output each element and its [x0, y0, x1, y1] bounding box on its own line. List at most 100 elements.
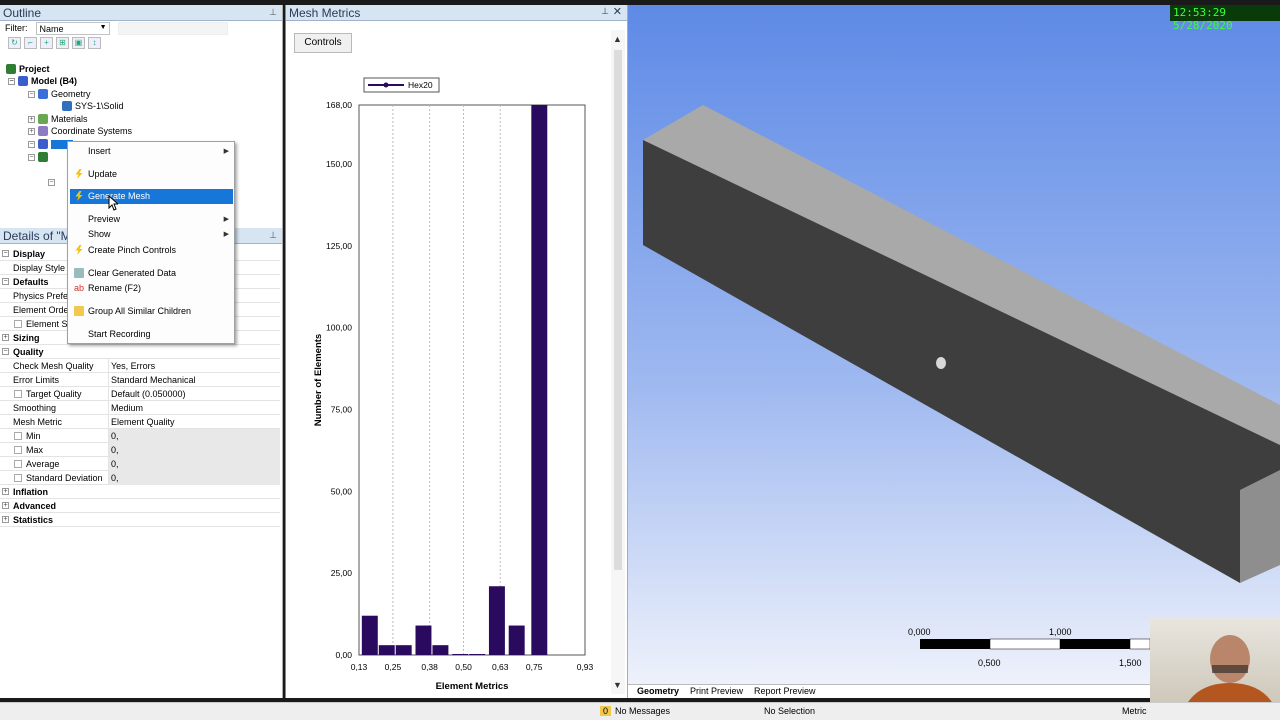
details-key: Average	[26, 459, 60, 469]
details-section[interactable]: + Advanced	[0, 499, 280, 513]
filter-input[interactable]	[117, 21, 228, 35]
menu-item-rename[interactable]: ab Rename (F2)	[70, 281, 233, 296]
expand-all-icon[interactable]: ⊞	[56, 37, 69, 49]
tree-item-project[interactable]: Project	[6, 63, 50, 75]
details-section[interactable]: + Inflation	[0, 485, 280, 499]
legend-label: Hex20	[408, 80, 433, 90]
menu-item-preview[interactable]: Preview ▶	[70, 212, 233, 227]
details-value[interactable]: 0,	[108, 429, 280, 443]
filter-select[interactable]: Name	[35, 21, 110, 35]
details-row[interactable]: Target Quality Default (0.050000)	[0, 387, 280, 401]
expand-toggle-icon[interactable]: +	[2, 488, 9, 495]
tree-item-solid[interactable]: SYS-1\Solid	[62, 100, 124, 112]
tree-item-label: Model (B4)	[31, 76, 77, 86]
details-value[interactable]: Standard Mechanical	[108, 373, 280, 387]
menu-item-start-recording[interactable]: Start Recording	[70, 327, 233, 342]
details-row[interactable]: Error Limits Standard Mechanical	[0, 373, 280, 387]
scroll-down-icon[interactable]: ▼	[613, 680, 622, 690]
details-value[interactable]: Default (0.050000)	[108, 387, 280, 401]
pin-icon[interactable]: ⊥	[269, 7, 277, 18]
status-bar: 0 No Messages No Selection Metric	[0, 702, 1280, 720]
parameter-checkbox[interactable]	[14, 460, 22, 468]
pin-icon[interactable]: ⊥	[601, 6, 609, 17]
menu-item-show[interactable]: Show ▶	[70, 227, 233, 242]
collapse-toggle-icon[interactable]: −	[28, 140, 35, 148]
menu-item-update[interactable]: Update	[70, 167, 233, 182]
legend-marker	[383, 82, 389, 88]
expand-toggle-icon[interactable]: +	[2, 516, 9, 523]
parameter-checkbox[interactable]	[14, 320, 22, 328]
menu-item-insert[interactable]: Insert ▶	[70, 144, 233, 159]
expand-toggle-icon[interactable]: +	[28, 127, 35, 135]
details-row[interactable]: Min 0,	[0, 429, 280, 443]
parameter-checkbox[interactable]	[14, 474, 22, 482]
x-tick-label: 0,75	[526, 662, 543, 672]
units-status[interactable]: Metric	[1122, 706, 1147, 716]
details-row[interactable]: Check Mesh Quality Yes, Errors	[0, 359, 280, 373]
details-value[interactable]: 0,	[108, 471, 280, 485]
scrollbar-thumb[interactable]	[614, 50, 622, 570]
group-icon[interactable]: ▣	[72, 37, 85, 49]
expand-toggle-icon[interactable]: +	[2, 334, 9, 341]
collapse-toggle-icon[interactable]: −	[2, 348, 9, 355]
details-row[interactable]: Max 0,	[0, 443, 280, 457]
collapse-toggle-icon[interactable]: −	[28, 90, 35, 98]
details-row[interactable]: Standard Deviation 0,	[0, 471, 280, 485]
sort-icon[interactable]: ↕	[88, 37, 101, 49]
parameter-checkbox[interactable]	[14, 446, 22, 454]
x-tick-label: 0,93	[577, 662, 594, 672]
tree-item-child-2[interactable]: −	[48, 176, 55, 188]
collapse-icon[interactable]: ⌐	[24, 37, 37, 49]
tree-item-materials[interactable]: + Materials	[28, 113, 88, 125]
details-value[interactable]: Element Quality	[108, 415, 280, 429]
scale-segment	[1129, 638, 1151, 650]
messages-status[interactable]: No Messages	[615, 706, 670, 716]
close-icon[interactable]: ✕	[613, 5, 622, 18]
tree-item-geometry[interactable]: − Geometry	[28, 88, 91, 100]
collapse-toggle-icon[interactable]: −	[28, 153, 35, 161]
tree-item-coordinate-systems[interactable]: + Coordinate Systems	[28, 125, 132, 137]
expand-toggle-icon[interactable]: +	[2, 502, 9, 509]
details-value[interactable]: 0,	[108, 443, 280, 457]
tab-geometry[interactable]: Geometry	[633, 686, 683, 696]
details-key: Display Style	[13, 263, 66, 273]
messages-count-badge[interactable]: 0	[600, 706, 612, 716]
details-row[interactable]: Average 0,	[0, 457, 280, 471]
refresh-icon[interactable]: ↻	[8, 37, 21, 49]
details-section[interactable]: + Statistics	[0, 513, 280, 527]
details-section[interactable]: − Quality	[0, 345, 280, 359]
collapse-toggle-icon[interactable]: −	[2, 250, 9, 257]
menu-item-label: Group All Similar Children	[88, 306, 192, 316]
details-value[interactable]: 0,	[108, 457, 280, 471]
details-row[interactable]: Smoothing Medium	[0, 401, 280, 415]
scale-label: 1,000	[1049, 627, 1072, 637]
pin-icon[interactable]: ⊥	[269, 230, 277, 241]
tree-item-model[interactable]: − Model (B4)	[8, 75, 77, 87]
histogram-bar	[361, 615, 378, 655]
expand-toggle-icon[interactable]: +	[28, 115, 35, 123]
collapse-toggle-icon[interactable]: −	[48, 178, 55, 186]
scroll-up-icon[interactable]: ▲	[613, 34, 622, 44]
collapse-toggle-icon[interactable]: −	[8, 77, 15, 85]
menu-item-create-pinch-controls[interactable]: Create Pinch Controls	[70, 243, 233, 258]
expand-icon[interactable]: +	[40, 37, 53, 49]
details-value[interactable]: Yes, Errors	[108, 359, 280, 373]
parameter-checkbox[interactable]	[14, 432, 22, 440]
menu-item-generate-mesh[interactable]: Generate Mesh	[70, 189, 233, 204]
tree-item-label: Materials	[51, 114, 88, 124]
histogram-bar	[488, 586, 505, 655]
tab-print-preview[interactable]: Print Preview	[686, 686, 747, 696]
menu-item-group-similar[interactable]: Group All Similar Children	[70, 304, 233, 319]
scale-segment	[920, 639, 990, 649]
graphics-viewport[interactable]: 0,000 1,000 0,500 1,500 Geometry Print P…	[628, 5, 1280, 698]
vertical-scrollbar[interactable]: ▲ ▼	[611, 30, 625, 694]
details-key: Defaults	[13, 277, 49, 287]
y-tick-label: 150,00	[326, 159, 352, 169]
tab-report-preview[interactable]: Report Preview	[750, 686, 820, 696]
details-row[interactable]: Mesh Metric Element Quality	[0, 415, 280, 429]
tree-item-child[interactable]: −	[28, 151, 48, 163]
details-value[interactable]: Medium	[108, 401, 280, 415]
parameter-checkbox[interactable]	[14, 390, 22, 398]
menu-item-clear-generated-data[interactable]: Clear Generated Data	[70, 266, 233, 281]
collapse-toggle-icon[interactable]: −	[2, 278, 9, 285]
